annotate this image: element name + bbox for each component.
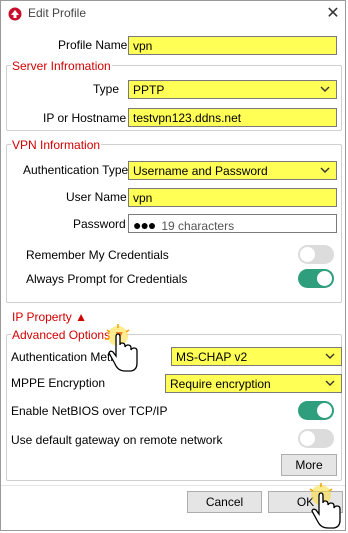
type-select[interactable]: PPTP	[128, 80, 337, 99]
title-bar: Edit Profile ✕	[1, 1, 345, 27]
vpn-info-title: VPN Information	[11, 138, 102, 152]
profile-name-input[interactable]: vpn	[128, 36, 337, 55]
toggle-knob	[317, 271, 332, 286]
hand-cursor-icon	[309, 483, 341, 529]
default-gateway-label: Use default gateway on remote network	[11, 433, 223, 447]
host-input[interactable]: testvpn123.ddns.net	[128, 108, 337, 127]
profile-name-label: Profile Name	[58, 38, 128, 52]
triangle-up-icon: ▲	[75, 310, 88, 324]
remember-credentials-toggle[interactable]	[298, 245, 334, 264]
mppe-label: MPPE Encryption	[11, 376, 106, 390]
user-name-input[interactable]: vpn	[128, 188, 337, 207]
app-icon	[8, 7, 22, 21]
advanced-options-label: Advanced Options	[12, 328, 111, 342]
password-label: Password	[73, 217, 126, 231]
auth-type-label: Authentication Type	[23, 163, 129, 177]
ip-property-toggle[interactable]: IP Property ▲	[11, 310, 89, 324]
mppe-value: Require encryption	[170, 377, 271, 391]
close-icon[interactable]: ✕	[323, 4, 343, 24]
user-name-label: User Name	[66, 190, 127, 204]
toggle-knob	[300, 431, 315, 446]
auth-type-value: Username and Password	[133, 164, 268, 178]
footer-divider	[1, 485, 345, 486]
hand-cursor-icon	[105, 324, 138, 372]
password-hint: 19 characters	[161, 219, 235, 233]
netbios-label: Enable NetBIOS over TCP/IP	[11, 404, 168, 418]
mppe-select[interactable]: Require encryption	[165, 374, 342, 393]
toggle-knob	[300, 247, 315, 262]
toggle-knob	[317, 403, 332, 418]
default-gateway-toggle[interactable]	[298, 429, 334, 448]
ip-property-label: IP Property	[12, 310, 72, 324]
password-dots: ●●●	[133, 217, 156, 233]
cancel-button[interactable]: Cancel	[187, 491, 262, 513]
type-value: PPTP	[133, 83, 165, 97]
type-label: Type	[93, 82, 120, 96]
server-info-title: Server Infromation	[11, 59, 112, 73]
host-label: IP or Hostname	[43, 111, 127, 125]
window-title: Edit Profile	[28, 6, 87, 20]
chevron-down-icon	[325, 353, 335, 359]
auth-method-value: MS-CHAP v2	[176, 350, 248, 364]
chevron-down-icon	[325, 380, 335, 386]
always-prompt-toggle[interactable]	[298, 269, 334, 288]
always-prompt-label: Always Prompt for Credentials	[26, 272, 188, 286]
chevron-down-icon	[320, 86, 330, 92]
auth-method-select[interactable]: MS-CHAP v2	[171, 347, 342, 366]
edit-profile-window: Edit Profile ✕ Profile Name vpn Server I…	[0, 0, 346, 531]
auth-type-select[interactable]: Username and Password	[128, 161, 337, 180]
more-button[interactable]: More	[281, 454, 337, 476]
chevron-down-icon	[320, 167, 330, 173]
netbios-toggle[interactable]	[298, 401, 334, 420]
remember-credentials-label: Remember My Credentials	[26, 248, 169, 262]
password-input[interactable]: ●●● 19 characters	[128, 214, 337, 233]
